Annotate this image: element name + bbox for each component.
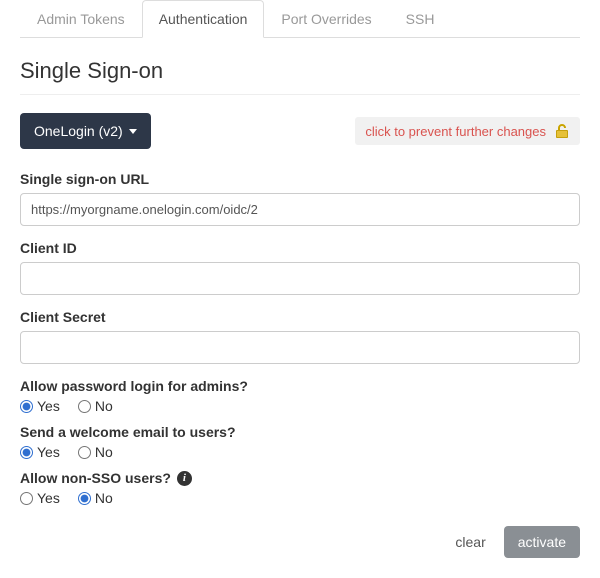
provider-dropdown-label: OneLogin (v2): [34, 123, 123, 139]
sso-url-input[interactable]: [20, 193, 580, 226]
client-id-label: Client ID: [20, 240, 580, 256]
non-sso-no[interactable]: No: [78, 490, 113, 506]
tab-authentication[interactable]: Authentication: [142, 0, 265, 38]
lock-toggle-label: click to prevent further changes: [365, 124, 546, 139]
tab-ssh[interactable]: SSH: [389, 0, 452, 38]
lock-toggle[interactable]: click to prevent further changes: [355, 117, 580, 145]
clear-button[interactable]: clear: [449, 526, 491, 558]
page-title: Single Sign-on: [20, 58, 580, 95]
tab-admin-tokens[interactable]: Admin Tokens: [20, 0, 142, 38]
non-sso-question: Allow non-SSO users? i: [20, 470, 580, 486]
password-login-yes[interactable]: Yes: [20, 398, 60, 414]
tab-port-overrides[interactable]: Port Overrides: [264, 0, 388, 38]
chevron-down-icon: [129, 129, 137, 134]
welcome-email-yes[interactable]: Yes: [20, 444, 60, 460]
activate-button[interactable]: activate: [504, 526, 580, 558]
client-secret-input[interactable]: [20, 331, 580, 364]
settings-tabs: Admin Tokens Authentication Port Overrid…: [20, 0, 580, 38]
sso-url-label: Single sign-on URL: [20, 171, 580, 187]
lock-open-icon: [554, 123, 570, 139]
info-icon[interactable]: i: [177, 471, 192, 486]
password-login-question: Allow password login for admins?: [20, 378, 580, 394]
provider-dropdown[interactable]: OneLogin (v2): [20, 113, 151, 149]
welcome-email-question: Send a welcome email to users?: [20, 424, 580, 440]
client-secret-label: Client Secret: [20, 309, 580, 325]
password-login-no[interactable]: No: [78, 398, 113, 414]
client-id-input[interactable]: [20, 262, 580, 295]
non-sso-yes[interactable]: Yes: [20, 490, 60, 506]
welcome-email-no[interactable]: No: [78, 444, 113, 460]
